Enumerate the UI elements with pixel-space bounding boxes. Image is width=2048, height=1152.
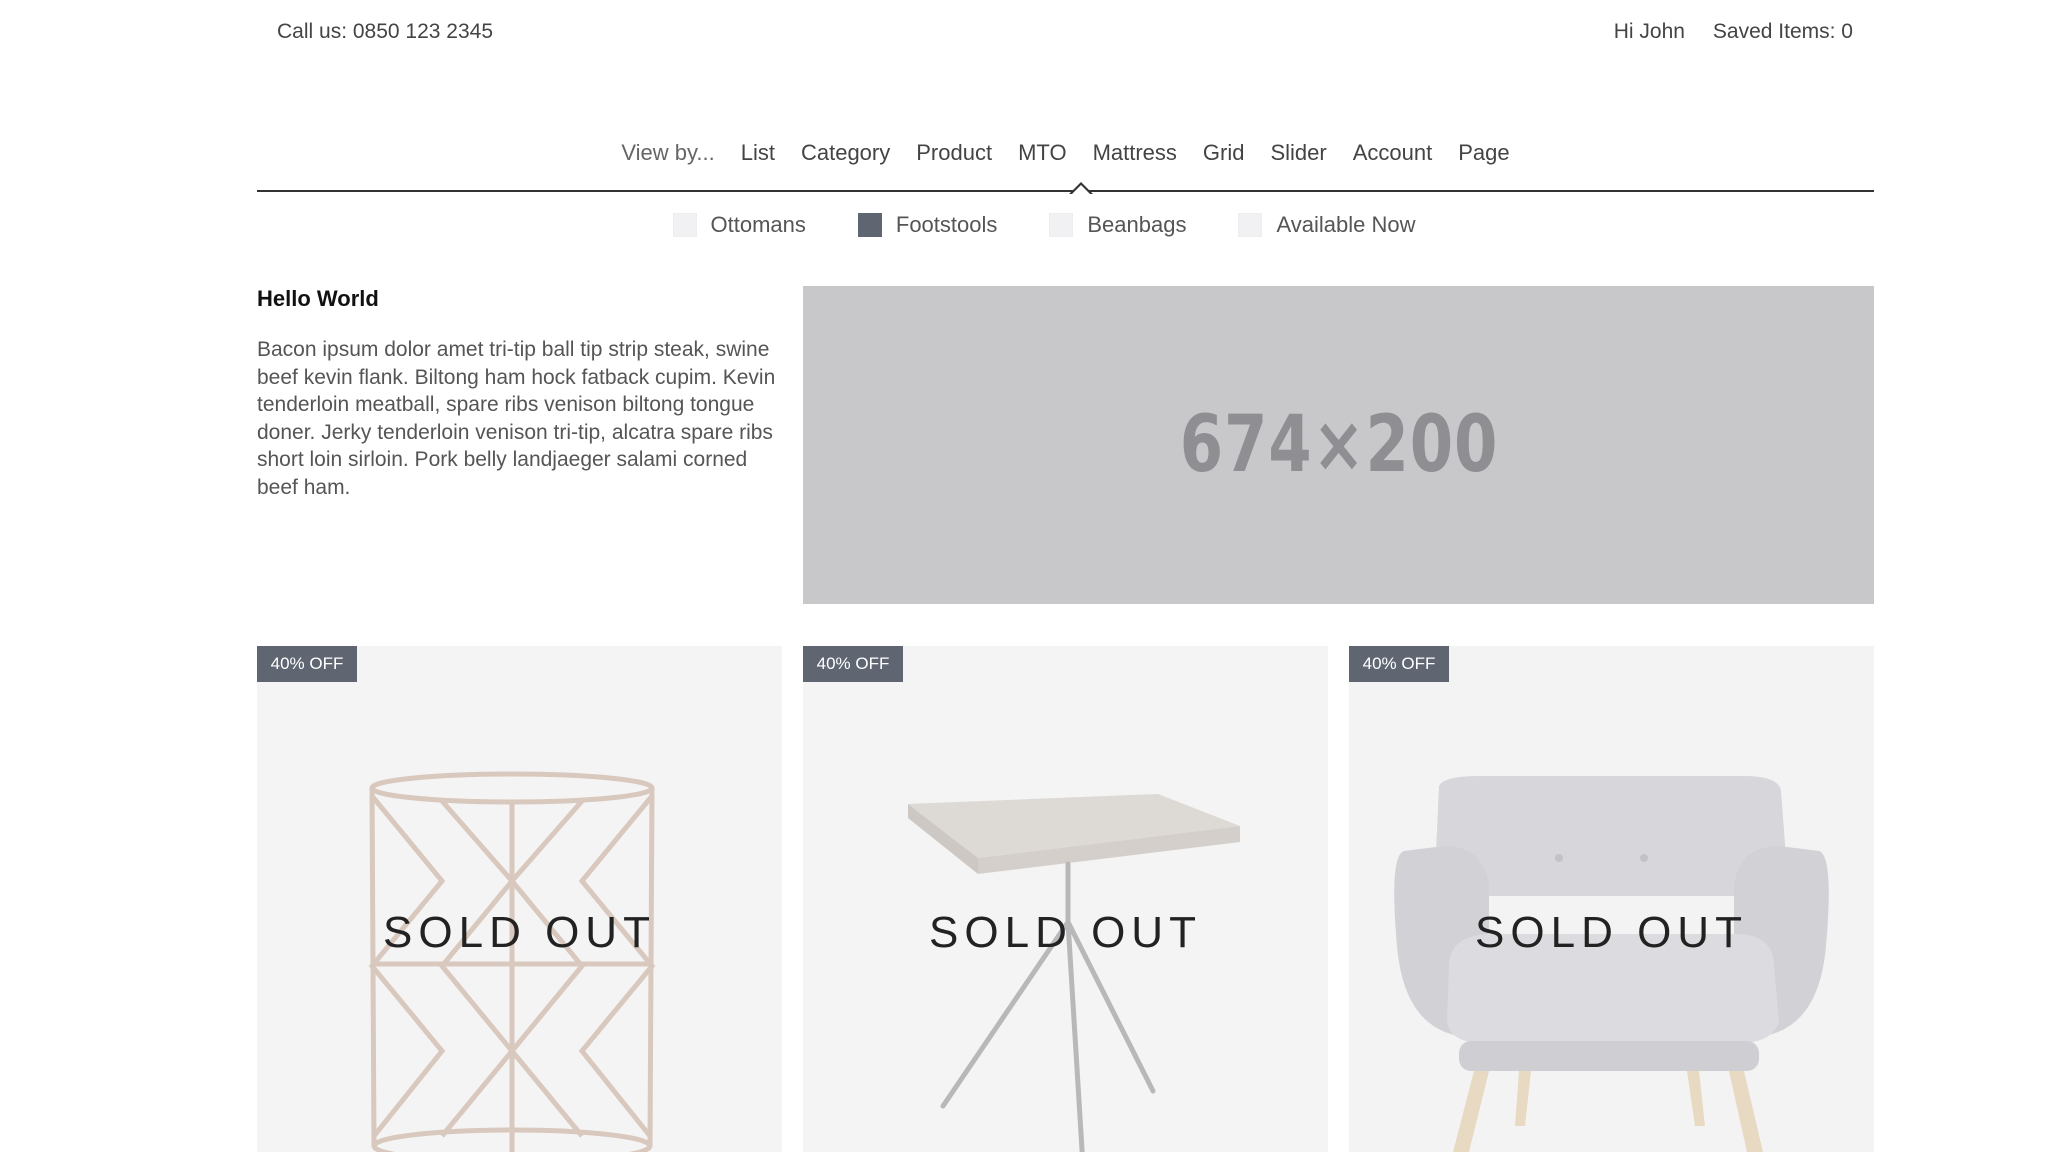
- filter-label: Beanbags: [1087, 212, 1187, 237]
- nav-item-account[interactable]: Account: [1340, 140, 1446, 166]
- sold-out-label: SOLD OUT: [1475, 908, 1748, 957]
- filter-ottomans[interactable]: Ottomans: [672, 212, 806, 238]
- intro-title: Hello World: [257, 286, 379, 311]
- checkbox-icon[interactable]: [672, 213, 697, 237]
- category-intro: Hello World Bacon ipsum dolor amet tri-t…: [257, 286, 787, 501]
- filter-label: Available Now: [1276, 212, 1416, 237]
- nav-view-by-label: View by...: [621, 140, 715, 165]
- tripod-side-table-image: [803, 646, 1328, 1152]
- filter-available-now[interactable]: Available Now: [1238, 212, 1415, 238]
- nav-item-slider[interactable]: Slider: [1257, 140, 1339, 166]
- nav-item-product[interactable]: Product: [903, 140, 1005, 166]
- sold-out-label: SOLD OUT: [383, 908, 656, 957]
- sold-out-label: SOLD OUT: [929, 908, 1202, 957]
- page: Call us: 0850 123 2345 Hi John Saved Ite…: [0, 0, 2048, 1152]
- account-greeting-link[interactable]: Hi John: [1614, 20, 1685, 44]
- intro-body: Bacon ipsum dolor amet tri-tip ball tip …: [257, 338, 776, 499]
- product-card[interactable]: 40% OFF SOLD OUT: [257, 646, 782, 1152]
- filter-label: Footstools: [895, 212, 998, 237]
- wire-side-table-image: [257, 646, 782, 1152]
- discount-badge: 40% OFF: [1349, 646, 1449, 682]
- phone-number: Call us: 0850 123 2345: [277, 20, 493, 43]
- category-filters: Ottomans Footstools Beanbags Available N…: [0, 212, 2048, 238]
- nav-item-mattress[interactable]: Mattress: [1080, 140, 1190, 166]
- filter-footstools[interactable]: Footstools: [857, 212, 998, 238]
- nav-item-mto[interactable]: MTO: [1005, 140, 1079, 166]
- nav-item-list[interactable]: List: [728, 140, 788, 166]
- filter-label: Ottomans: [710, 212, 806, 237]
- checkbox-icon[interactable]: [1238, 213, 1263, 237]
- saved-items-link[interactable]: Saved Items: 0: [1713, 20, 1853, 44]
- product-card[interactable]: 40% OFF SOLD OUT: [803, 646, 1328, 1152]
- filter-beanbags[interactable]: Beanbags: [1049, 212, 1186, 238]
- discount-badge: 40% OFF: [257, 646, 357, 682]
- hero-image-placeholder: 674×200: [803, 286, 1874, 604]
- product-card[interactable]: 40% OFF SOLD OUT: [1349, 646, 1874, 1152]
- discount-badge: 40% OFF: [803, 646, 903, 682]
- main-nav: View by... List Category Product MTO Mat…: [257, 128, 1874, 195]
- checkbox-icon[interactable]: [1049, 213, 1074, 237]
- placeholder-size-label: 674×200: [1179, 400, 1498, 490]
- nav-item-page[interactable]: Page: [1445, 140, 1522, 166]
- user-links: Hi John Saved Items: 0: [1614, 20, 1853, 44]
- product-grid: 40% OFF SOLD OUT 40% OFF SOLD OUT 40% OF…: [257, 646, 1874, 1152]
- nav-item-grid[interactable]: Grid: [1190, 140, 1258, 166]
- nav-item-category[interactable]: Category: [788, 140, 903, 166]
- checkbox-checked-icon[interactable]: [857, 213, 882, 237]
- grey-armchair-image: [1349, 646, 1874, 1152]
